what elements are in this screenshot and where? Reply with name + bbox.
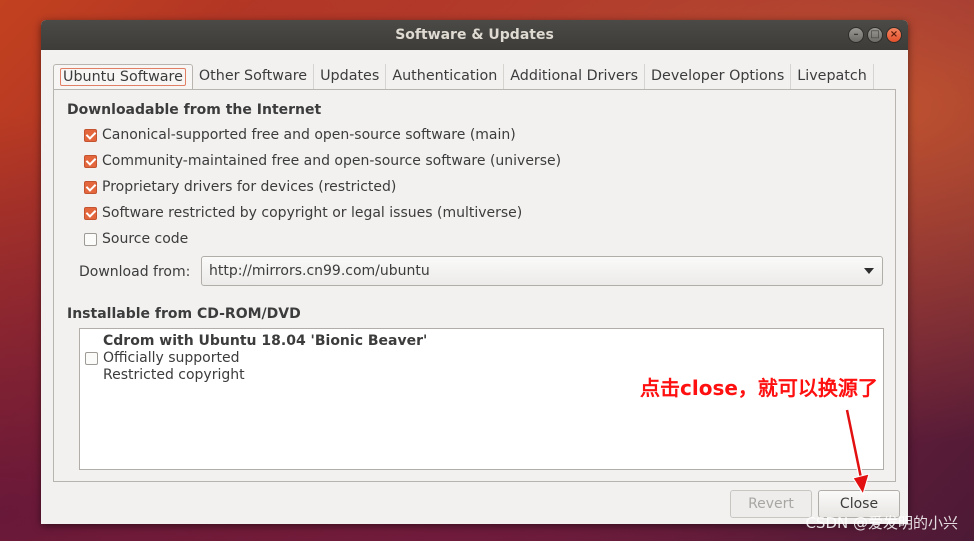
- option-multiverse[interactable]: Software restricted by copyright or lega…: [84, 203, 522, 223]
- cdrom-heading: Installable from CD-ROM/DVD: [67, 306, 301, 322]
- checkbox-checked-icon[interactable]: [84, 154, 97, 168]
- checkbox-checked-icon[interactable]: [84, 206, 97, 220]
- maximize-icon[interactable]: □: [867, 27, 883, 43]
- option-main[interactable]: Canonical-supported free and open-source…: [84, 125, 516, 145]
- minimize-icon[interactable]: –: [848, 27, 864, 43]
- ubuntu-software-panel: Downloadable from the Internet Canonical…: [53, 89, 896, 482]
- title-bar[interactable]: Software & Updates – □ ×: [41, 20, 908, 50]
- option-source-code[interactable]: Source code: [84, 229, 188, 249]
- cdrom-item-title: Cdrom with Ubuntu 18.04 'Bionic Beaver': [103, 333, 428, 349]
- dropdown-arrow-icon: [864, 268, 874, 274]
- tab-bar: Ubuntu Software Other Software Updates A…: [53, 64, 874, 89]
- download-from-label: Download from:: [79, 264, 191, 280]
- tab-additional-drivers[interactable]: Additional Drivers: [504, 64, 646, 89]
- internet-heading: Downloadable from the Internet: [67, 102, 322, 118]
- tab-updates[interactable]: Updates: [314, 64, 387, 89]
- close-icon[interactable]: ×: [886, 27, 902, 43]
- option-label: Software restricted by copyright or lega…: [102, 205, 523, 221]
- annotation-text: 点击close，就可以换源了: [640, 376, 878, 400]
- download-server-value: http://mirrors.cn99.com/ubuntu: [209, 263, 430, 279]
- tab-other-software[interactable]: Other Software: [193, 64, 315, 89]
- software-updates-window: Software & Updates – □ × Ubuntu Software…: [41, 20, 908, 524]
- tab-livepatch[interactable]: Livepatch: [791, 64, 874, 89]
- option-restricted[interactable]: Proprietary drivers for devices (restric…: [84, 177, 396, 197]
- checkbox-unchecked-icon[interactable]: [85, 352, 98, 365]
- option-label: Source code: [102, 231, 189, 247]
- checkbox-checked-icon[interactable]: [84, 128, 97, 142]
- tab-label: Ubuntu Software: [60, 68, 186, 86]
- option-label: Community-maintained free and open-sourc…: [102, 153, 562, 169]
- checkbox-unchecked-icon[interactable]: [84, 232, 97, 246]
- option-label: Proprietary drivers for devices (restric…: [102, 179, 397, 195]
- window-title: Software & Updates: [395, 27, 554, 43]
- option-label: Canonical-supported free and open-source…: [102, 127, 516, 143]
- checkbox-checked-icon[interactable]: [84, 180, 97, 194]
- option-universe[interactable]: Community-maintained free and open-sourc…: [84, 151, 561, 171]
- revert-button[interactable]: Revert: [730, 490, 812, 518]
- watermark: CSDN @爱发明的小兴: [805, 514, 958, 532]
- window-controls: – □ ×: [848, 27, 902, 43]
- tab-ubuntu-software[interactable]: Ubuntu Software: [53, 64, 193, 89]
- cdrom-item-line: Restricted copyright: [103, 367, 245, 383]
- cdrom-item-line: Officially supported: [103, 350, 240, 366]
- tab-authentication[interactable]: Authentication: [386, 64, 505, 89]
- cdrom-item[interactable]: Cdrom with Ubuntu 18.04 'Bionic Beaver' …: [103, 333, 427, 384]
- download-server-dropdown[interactable]: http://mirrors.cn99.com/ubuntu: [201, 256, 883, 286]
- tab-developer-options[interactable]: Developer Options: [645, 64, 792, 89]
